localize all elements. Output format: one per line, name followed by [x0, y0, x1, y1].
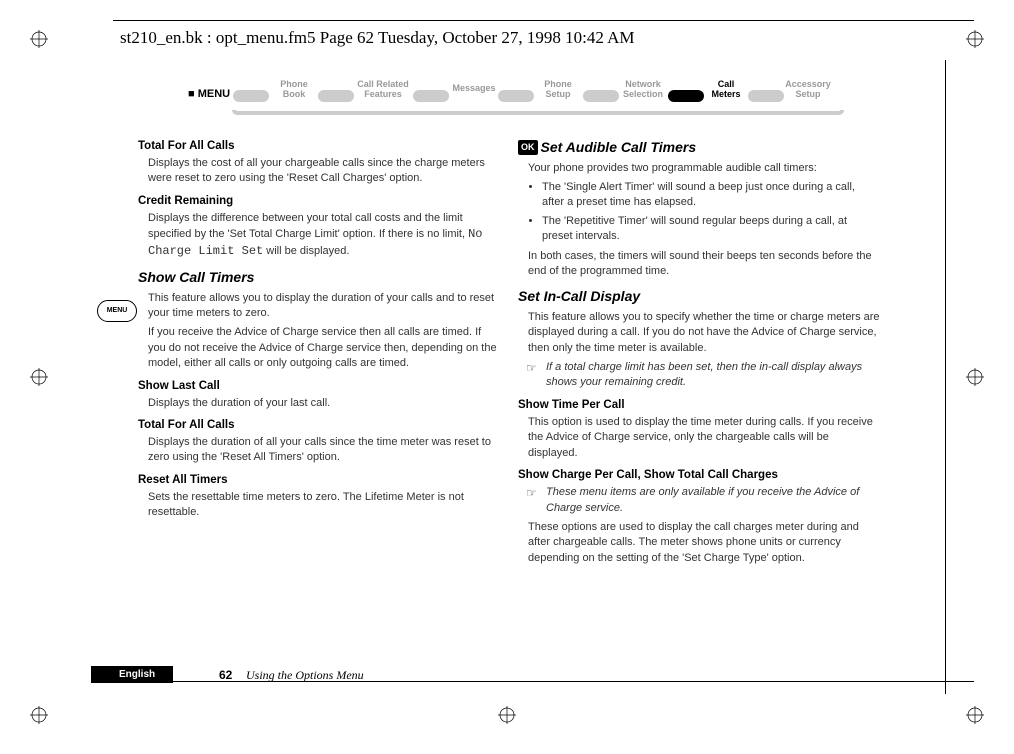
body-text: This feature allows you to display the d…	[148, 291, 500, 322]
heading-show-charge-per-call: Show Charge Per Call, Show Total Call Ch…	[518, 467, 880, 483]
list-item: The 'Single Alert Timer' will sound a be…	[542, 180, 880, 211]
ok-icon: OK	[518, 140, 538, 155]
document-header: st210_en.bk : opt_menu.fm5 Page 62 Tuesd…	[120, 28, 635, 48]
crop-mark-icon	[966, 368, 984, 386]
crop-mark-icon	[30, 368, 48, 386]
crop-mark-icon	[498, 706, 516, 724]
crop-mark-icon	[966, 30, 984, 48]
note-text: ☞If a total charge limit has been set, t…	[546, 360, 880, 391]
language-badge: English	[91, 666, 173, 683]
heading-total-all-calls: Total For All Calls	[138, 138, 500, 154]
heading-set-audible-timers: OKSet Audible Call Timers	[518, 138, 880, 158]
body-text: These options are used to display the ca…	[528, 520, 880, 566]
heading-show-time-per-call: Show Time Per Call	[518, 397, 880, 413]
bullet-list: The 'Single Alert Timer' will sound a be…	[528, 180, 880, 245]
heading-show-call-timers: Show Call Timers	[138, 268, 500, 288]
heading-set-incall-display: Set In-Call Display	[518, 287, 880, 307]
heading-credit-remaining: Credit Remaining	[138, 193, 500, 209]
heading-total-all-calls-2: Total For All Calls	[138, 417, 500, 433]
section-title: Using the Options Menu	[246, 668, 364, 683]
body-text: This feature allows you to specify wheth…	[528, 310, 880, 356]
body-text: This option is used to display the time …	[528, 415, 880, 461]
list-item: The 'Repetitive Timer' will sound regula…	[542, 214, 880, 245]
body-text: Displays the difference between your tot…	[148, 211, 500, 260]
menu-breadcrumb: ■ MENU PhoneBook Call RelatedFeatures Me…	[188, 82, 848, 126]
crop-mark-icon	[30, 706, 48, 724]
crop-mark-icon	[30, 30, 48, 48]
body-text: If you receive the Advice of Charge serv…	[148, 325, 500, 371]
menu-start-label: ■ MENU	[188, 88, 230, 100]
crop-mark-icon	[966, 706, 984, 724]
heading-reset-all-timers: Reset All Timers	[138, 472, 500, 488]
crop-line	[945, 60, 946, 694]
page-footer: English 62 Using the Options Menu	[91, 681, 974, 684]
note-icon: ☞	[526, 485, 537, 502]
header-rule	[113, 20, 974, 21]
heading-show-last-call: Show Last Call	[138, 378, 500, 394]
body-text: In both cases, the timers will sound the…	[528, 249, 880, 280]
left-column: Total For All Calls Displays the cost of…	[138, 138, 500, 570]
page-number: 62	[219, 668, 232, 682]
body-text: Sets the resettable time meters to zero.…	[148, 490, 500, 521]
body-text: Your phone provides two programmable aud…	[528, 161, 880, 176]
right-column: OKSet Audible Call Timers Your phone pro…	[518, 138, 880, 570]
body-text: Displays the cost of all your chargeable…	[148, 156, 500, 187]
body-text: Displays the duration of all your calls …	[148, 435, 500, 466]
note-icon: ☞	[526, 360, 537, 377]
note-text: ☞These menu items are only available if …	[546, 485, 880, 516]
menu-button-icon: MENU	[97, 300, 137, 322]
body-text: Displays the duration of your last call.	[148, 396, 500, 411]
